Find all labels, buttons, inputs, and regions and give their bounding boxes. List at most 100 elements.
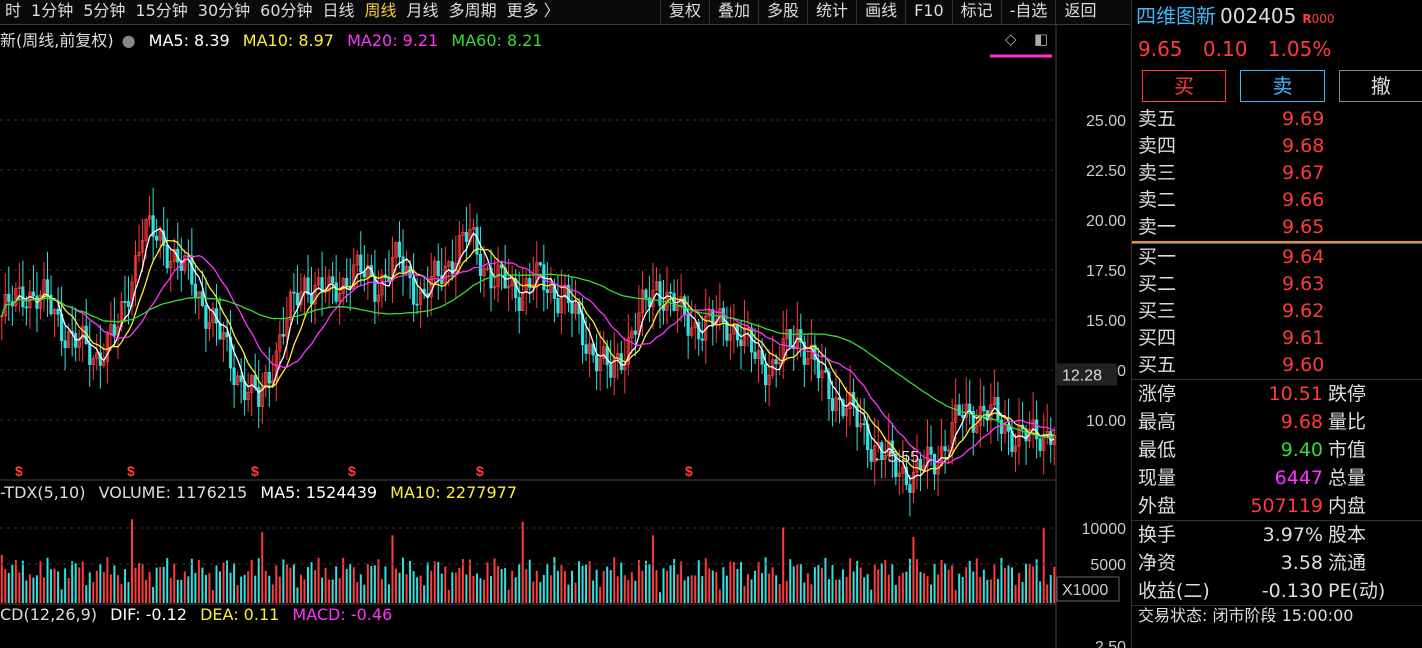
- stat-row: 最低 9.40 市值: [1132, 436, 1422, 464]
- order-book-row[interactable]: 卖一 9.65: [1132, 214, 1422, 241]
- candle-body: [155, 235, 159, 241]
- stat-value: 10.51: [1268, 383, 1323, 405]
- candle-body: [929, 446, 933, 455]
- sell-button[interactable]: 卖: [1240, 70, 1325, 102]
- y-tick-label: 22.50: [1086, 163, 1126, 180]
- period-tab[interactable]: 30分钟: [193, 0, 255, 24]
- candle-body: [862, 423, 866, 426]
- last-price: 9.65: [1138, 37, 1183, 61]
- chart-title: 新(周线,前复权): [0, 31, 114, 50]
- stat-label: 换手: [1138, 524, 1177, 546]
- level-price: 9.66: [1282, 189, 1325, 211]
- ma5-label: MA5: 8.39: [148, 31, 230, 50]
- order-book-row[interactable]: 买三 9.62: [1132, 298, 1422, 325]
- stat-label: 涨停: [1138, 383, 1177, 405]
- tool-button[interactable]: 复权: [660, 0, 709, 24]
- period-tab[interactable]: 5分钟: [78, 0, 130, 24]
- tool-button[interactable]: 多股: [758, 0, 807, 24]
- candle-body: [123, 301, 127, 303]
- tool-button[interactable]: 统计: [807, 0, 856, 24]
- order-book-row[interactable]: 买二 9.63: [1132, 271, 1422, 298]
- stat-label: 收益(二): [1138, 580, 1210, 602]
- candle-body: [943, 446, 947, 452]
- period-tab[interactable]: 月线: [402, 0, 444, 24]
- period-tab[interactable]: 时: [0, 0, 26, 24]
- tool-button[interactable]: F10: [905, 0, 952, 24]
- candle-body: [609, 364, 613, 378]
- candle-body: [387, 277, 391, 282]
- kline-chart[interactable]: 25.0022.5020.0017.5015.0012.5010.0012.28…: [0, 25, 1130, 648]
- macd-legend: CD(12,26,9) DIF: -0.12 DEA: 0.11 MACD: -…: [0, 605, 400, 624]
- y-tick-label: 17.50: [1086, 263, 1126, 280]
- period-tabs: 时 1分钟 5分钟 15分钟 30分钟 60分钟 日线 周线 月线 多周期 更多 〉: [0, 0, 565, 24]
- candle-body: [961, 414, 965, 418]
- period-tab[interactable]: 更多 〉: [502, 0, 565, 24]
- candle-body: [830, 398, 835, 411]
- order-book-row[interactable]: 卖五 9.69: [1132, 106, 1422, 133]
- vol-indicator-name: -TDX(5,10): [0, 483, 86, 502]
- quote-panel: 四维图新 002405 R000 9.65 0.10 1.05% 买 卖 撤 卖五…: [1131, 0, 1422, 648]
- candle-body: [584, 344, 588, 354]
- order-book-row[interactable]: 买一 9.64: [1132, 244, 1422, 271]
- candle-body: [908, 484, 912, 493]
- period-tab[interactable]: 60分钟: [255, 0, 317, 24]
- bid-book: 买一 9.64 买二 9.63 买三 9.62 买四 9.61 买五 9.60: [1132, 244, 1422, 379]
- stat-label: 现量: [1138, 467, 1177, 489]
- order-book-row[interactable]: 买五 9.60: [1132, 352, 1422, 379]
- candle-body: [359, 254, 363, 273]
- candle-body: [816, 359, 821, 379]
- vol-ma10: MA10: 2277977: [390, 483, 517, 502]
- order-book-row[interactable]: 买四 9.61: [1132, 325, 1422, 352]
- period-tab[interactable]: 1分钟: [26, 0, 78, 24]
- candle-body: [397, 241, 402, 258]
- period-tab[interactable]: 日线: [318, 0, 360, 24]
- diamond-icon[interactable]: ◇: [1005, 30, 1017, 48]
- price-change: 0.10: [1202, 37, 1248, 61]
- order-book-row[interactable]: 卖四 9.68: [1132, 133, 1422, 160]
- tool-button[interactable]: 画线: [856, 0, 905, 24]
- macd-name: CD(12,26,9): [0, 605, 98, 624]
- tool-button[interactable]: 标记: [951, 0, 1001, 24]
- y-tick-label: 20.00: [1086, 213, 1126, 230]
- ma60-label: MA60: 8.21: [451, 31, 543, 50]
- candle-body: [619, 353, 623, 371]
- dividend-marker: $: [685, 463, 693, 479]
- stat-label-2: 量比: [1328, 411, 1367, 433]
- candle-body: [1038, 438, 1042, 451]
- ma-legend: 新(周线,前复权) ● MA5: 8.39 MA10: 8.97 MA20: 9.…: [0, 27, 551, 51]
- candle-body: [517, 297, 521, 312]
- candle-body: [165, 245, 169, 269]
- stat-row: 涨停 10.51 跌停: [1132, 380, 1422, 408]
- stat-label-2: 股本: [1328, 524, 1367, 546]
- tool-button[interactable]: 叠加: [709, 0, 758, 24]
- stat-row: 外盘 507119 内盘: [1132, 492, 1422, 520]
- candle-body: [7, 293, 11, 303]
- candle-body: [644, 289, 648, 299]
- order-book-row[interactable]: 卖二 9.66: [1132, 187, 1422, 214]
- level-label: 买一: [1138, 246, 1177, 268]
- period-tab[interactable]: 多周期: [444, 0, 502, 24]
- stat-value: 3.97%: [1262, 524, 1323, 546]
- candle-body: [411, 277, 416, 305]
- order-book-row[interactable]: 卖三 9.67: [1132, 160, 1422, 187]
- period-tab[interactable]: 周线: [360, 0, 402, 24]
- stock-name[interactable]: 四维图新: [1136, 4, 1216, 28]
- tool-button[interactable]: 返回: [1055, 0, 1104, 24]
- stat-label: 最低: [1138, 439, 1177, 461]
- tool-button[interactable]: -自选: [1000, 0, 1056, 24]
- cancel-order-button[interactable]: 撤: [1338, 70, 1422, 102]
- candle-body: [739, 339, 743, 347]
- candle-body: [200, 291, 204, 306]
- candle-body: [753, 351, 757, 359]
- rzrq-badge: R000: [1302, 12, 1335, 26]
- level-label: 卖二: [1138, 189, 1177, 211]
- stat-label-2: 总量: [1328, 467, 1367, 489]
- stats-block-1: 涨停 10.51 跌停 最高 9.68 量比 最低 9.40 市值 现量 6447 总量 外盘 50711…: [1132, 380, 1422, 520]
- stat-row: 净资 3.58 流通: [1132, 549, 1422, 577]
- candle-body: [774, 359, 778, 365]
- stat-label-2: 流通: [1328, 552, 1367, 574]
- settings-icon[interactable]: ●: [122, 31, 136, 50]
- panel-toggle-icon[interactable]: ◧: [1034, 30, 1048, 48]
- period-tab[interactable]: 15分钟: [130, 0, 192, 24]
- buy-button[interactable]: 买: [1142, 70, 1227, 102]
